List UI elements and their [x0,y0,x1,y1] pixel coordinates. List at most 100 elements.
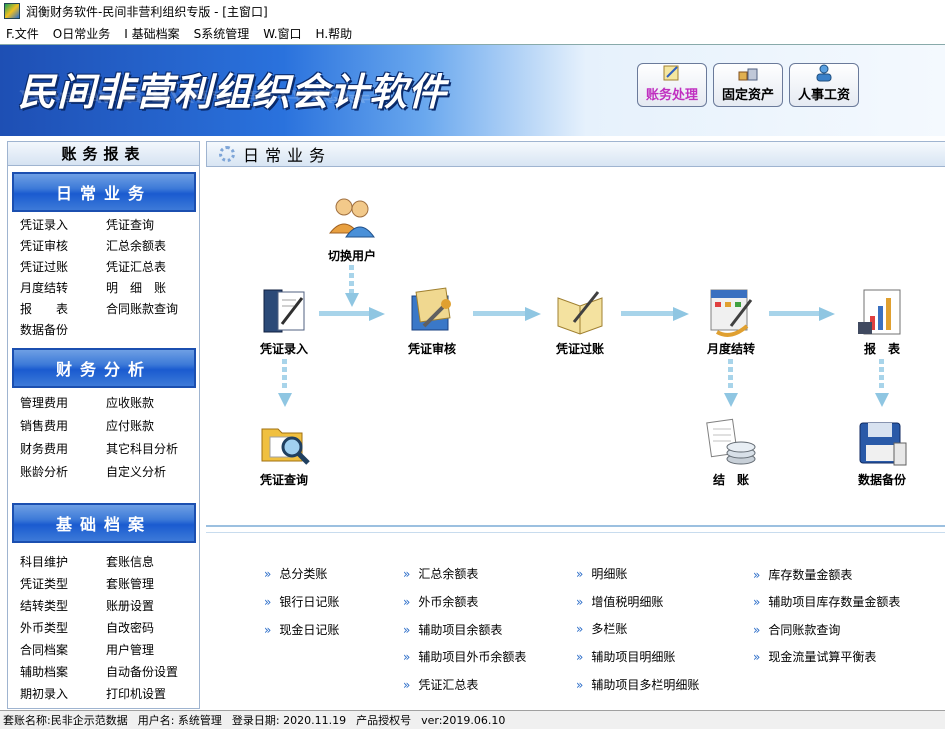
link-summary-balance[interactable]: 汇总余额表 [106,236,196,257]
link-ledger-settings[interactable]: 账册设置 [106,596,196,617]
link-account-maintenance[interactable]: 科目维护 [20,552,106,573]
menu-system[interactable]: S系统管理 [194,25,250,42]
menu-daily-business[interactable]: O日常业务 [53,25,110,42]
link-currency-types[interactable]: 外币类型 [20,618,106,639]
menu-basic-records[interactable]: I 基础档案 [124,25,179,42]
main-panel: 日常业务 切换用户 凭证录入 凭证审核 凭证过账 月度结转 报 表 凭证查询 结… [206,141,945,709]
report-aux-foreign-balance[interactable]: 辅助项目外币余额表 [403,648,526,665]
payroll-button[interactable]: 人事工资 [789,63,859,107]
report-cash-journal[interactable]: 现金日记账 [264,621,339,638]
status-user: 用户名: 系统管理 [137,714,222,727]
report-aux-balance[interactable]: 辅助项目余额表 [403,621,502,638]
report-aux-inventory-qty[interactable]: 辅助项目库存数量金额表 [753,593,900,610]
link-transfer-types[interactable]: 结转类型 [20,596,106,617]
link-custom-analysis[interactable]: 自定义分析 [106,462,196,483]
fixed-assets-icon [738,68,758,81]
report-vat-detail[interactable]: 增值税明细账 [576,593,663,610]
accounting-icon [663,65,679,81]
report-foreign-balance[interactable]: 外币余额表 [403,593,478,610]
link-voucher-entry[interactable]: 凭证录入 [20,215,106,236]
link-book-management[interactable]: 套账管理 [106,574,196,595]
menu-bar: F.文件 O日常业务 I 基础档案 S系统管理 W.窗口 H.帮助 [0,22,945,44]
arrow-down-icon [875,359,889,407]
section-daily-business[interactable]: 日常业务 [12,172,196,212]
link-user-management[interactable]: 用户管理 [106,640,196,661]
flow-voucher-query[interactable]: 凭证查询 [244,417,324,488]
report-inventory-qty[interactable]: 库存数量金额表 [753,566,852,583]
link-payables[interactable]: 应付账款 [106,416,196,437]
flow-data-backup[interactable]: 数据备份 [842,417,922,488]
link-auto-backup[interactable]: 自动备份设置 [106,662,196,683]
section-divider [206,525,945,533]
section-basic-records[interactable]: 基础档案 [12,503,196,543]
flow-month-close[interactable]: 月度结转 [691,286,771,357]
main-panel-title: 日常业务 [243,146,332,165]
flow-reports-label: 报 表 [863,342,900,356]
link-reports[interactable]: 报 表 [20,299,106,320]
banner-title-reflection: 民间非营利组织会计软件 [18,87,370,104]
link-book-info[interactable]: 套账信息 [106,552,196,573]
app-icon [4,3,20,19]
link-voucher-query[interactable]: 凭证查询 [106,215,196,236]
link-finance-expense[interactable]: 财务费用 [20,439,106,460]
link-contract-records[interactable]: 合同档案 [20,640,106,661]
main-panel-header: 日常业务 [206,141,945,167]
month-close-icon [710,289,753,337]
flow-switch-user[interactable]: 切换用户 [312,193,392,264]
link-other-accounts[interactable]: 其它科目分析 [106,439,196,460]
status-login-date: 登录日期: 2020.11.19 [231,714,347,727]
gear-icon [219,146,235,162]
link-aging-analysis[interactable]: 账龄分析 [20,462,106,483]
report-general-ledger[interactable]: 总分类账 [264,565,327,582]
link-change-password[interactable]: 自改密码 [106,618,196,639]
status-version: ver:2019.06.10 [421,713,506,727]
report-detail-ledger[interactable]: 明细账 [576,565,627,582]
link-printer-settings[interactable]: 打印机设置 [106,684,196,705]
arrow-right-icon [473,307,541,321]
flow-voucher-entry[interactable]: 凭证录入 [244,286,324,357]
report-voucher-summary[interactable]: 凭证汇总表 [403,676,478,693]
link-sales-expense[interactable]: 销售费用 [20,416,106,437]
flow-voucher-post[interactable]: 凭证过账 [540,286,620,357]
flow-switch-user-label: 切换用户 [327,249,376,263]
link-opening-entry[interactable]: 期初录入 [20,684,106,705]
voucher-query-icon [261,428,310,465]
link-admin-expense[interactable]: 管理费用 [20,393,106,414]
title-bar: 润衡财务软件-民间非营利组织专版 - [主窗口] [0,0,945,22]
link-voucher-summary[interactable]: 凭证汇总表 [106,257,196,278]
link-month-close[interactable]: 月度结转 [20,278,106,299]
link-contract-query[interactable]: 合同账款查询 [106,299,196,320]
flow-voucher-audit[interactable]: 凭证审核 [392,286,472,357]
link-auxiliary-records[interactable]: 辅助档案 [20,662,106,683]
menu-window[interactable]: W.窗口 [263,25,301,42]
link-detail-ledger[interactable]: 明 细 账 [106,278,196,299]
section-financial-analysis[interactable]: 财务分析 [12,348,196,388]
status-license: 产品授权号 [356,714,412,727]
menu-help[interactable]: H.帮助 [316,25,353,42]
report-multi-column[interactable]: 多栏账 [576,620,627,637]
report-cashflow-trial[interactable]: 现金流量试算平衡表 [753,648,876,665]
daily-business-list: 凭证录入 凭证查询 凭证审核 汇总余额表 凭证过账 凭证汇总表 月度结转 明 细… [20,215,196,341]
link-receivables[interactable]: 应收账款 [106,393,196,414]
window-title: 润衡财务软件-民间非营利组织专版 - [主窗口] [26,4,268,19]
basic-records-list: 科目维护 套账信息 凭证类型 套账管理 结转类型 账册设置 外币类型 自改密码 … [20,552,196,705]
accounting-button[interactable]: 账务处理 [637,63,707,107]
status-account: 套账名称:民非企示范数据 [3,714,128,727]
report-bank-journal[interactable]: 银行日记账 [264,593,339,610]
flow-close-books[interactable]: 结 账 [691,417,771,488]
report-summary-balance[interactable]: 汇总余额表 [403,565,478,582]
fixed-assets-button[interactable]: 固定资产 [713,63,783,107]
banner: 民间非营利组织会计软件 民间非营利组织会计软件 账务处理 固定资产 人事工资 [0,44,945,136]
report-contract-query[interactable]: 合同账款查询 [753,621,840,638]
flow-reports[interactable]: 报 表 [842,286,922,357]
left-panel: 账务报表 日常业务 凭证录入 凭证查询 凭证审核 汇总余额表 凭证过账 凭证汇总… [7,141,200,709]
report-aux-detail[interactable]: 辅助项目明细账 [576,648,675,665]
link-voucher-audit[interactable]: 凭证审核 [20,236,106,257]
arrow-right-icon [769,307,835,321]
status-bar: 套账名称:民非企示范数据 用户名: 系统管理 登录日期: 2020.11.19 … [0,710,945,729]
link-voucher-post[interactable]: 凭证过账 [20,257,106,278]
menu-file[interactable]: F.文件 [6,25,39,42]
link-data-backup[interactable]: 数据备份 [20,320,106,341]
report-aux-multi-column[interactable]: 辅助项目多栏明细账 [576,676,699,693]
link-voucher-types[interactable]: 凭证类型 [20,574,106,595]
